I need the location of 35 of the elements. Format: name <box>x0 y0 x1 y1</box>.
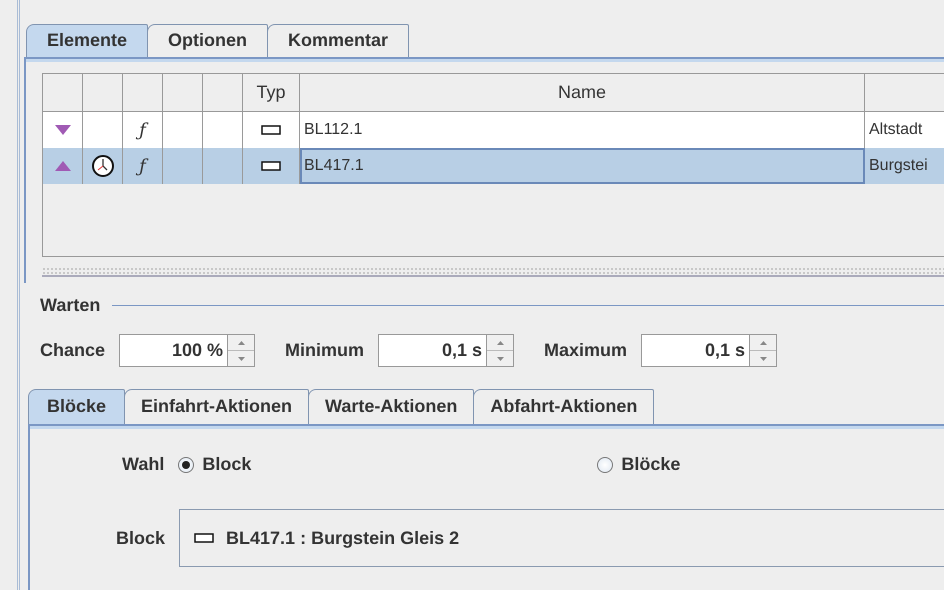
column-header[interactable] <box>203 74 243 112</box>
field-label: Chance <box>40 340 106 361</box>
spinner-field[interactable]: 0,1 s <box>641 334 750 367</box>
block-icon <box>261 161 281 171</box>
table-cell[interactable] <box>43 148 83 184</box>
column-header[interactable]: Name <box>300 74 865 112</box>
table-cell: BL417.1 <box>300 148 865 184</box>
tab[interactable]: Kommentar <box>267 24 410 57</box>
block-icon <box>194 533 214 543</box>
field-label: Minimum <box>285 340 364 361</box>
radio-icon[interactable] <box>178 456 194 472</box>
table-cell: BL112.1 <box>300 112 865 148</box>
column-header[interactable]: Typ <box>243 74 300 112</box>
radio-icon[interactable] <box>597 456 614 472</box>
field-label: Block <box>116 528 166 548</box>
clock-icon <box>92 155 114 177</box>
radio-option[interactable]: Block <box>178 454 252 475</box>
tab[interactable]: Abfahrt-Aktionen <box>473 389 654 424</box>
block-dropdown[interactable]: BL417.1 : Burgstein Gleis 2 <box>179 509 944 567</box>
column-header[interactable] <box>43 74 83 112</box>
field-label: Wahl <box>122 454 164 475</box>
tab[interactable]: Blöcke <box>28 389 126 424</box>
table-cell[interactable] <box>43 112 83 148</box>
column-header[interactable] <box>83 74 123 112</box>
spinner-field[interactable]: 0,1 s <box>378 334 486 367</box>
spinner-field[interactable]: 100 % <box>119 334 228 367</box>
field-label: Maximum <box>544 340 628 361</box>
table-cell: Altstadt <box>865 112 944 148</box>
tab[interactable]: Elemente <box>26 24 148 57</box>
radio-option[interactable]: Blöcke <box>597 454 680 475</box>
column-header[interactable] <box>123 74 163 112</box>
block-icon <box>261 125 281 135</box>
table-cell: Burgstei <box>865 148 944 184</box>
section-title: Warten <box>40 295 100 316</box>
column-header[interactable] <box>163 74 203 112</box>
